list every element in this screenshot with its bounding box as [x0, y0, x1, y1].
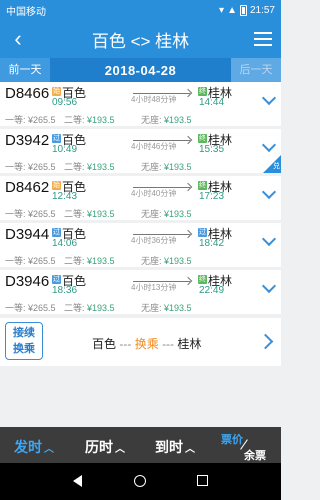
- no-seat-price: 无座: ¥193.5: [141, 115, 192, 125]
- no-seat-price: 无座: ¥193.5: [141, 209, 192, 219]
- caret-up-icon: ︿: [115, 444, 125, 455]
- back-chevron-icon[interactable]: ‹: [0, 20, 36, 58]
- departure-time: 14:06: [52, 238, 78, 249]
- expand-chevron-icon[interactable]: [261, 137, 277, 153]
- previous-day-button[interactable]: 前一天: [0, 58, 50, 82]
- no-seat-price: 无座: ¥193.5: [141, 303, 192, 313]
- train-number: D8466: [5, 85, 50, 102]
- trip-duration: 4小时40分钟: [131, 189, 177, 198]
- origin-badge: 过: [52, 228, 61, 237]
- second-class-price: 二等: ¥193.5: [64, 162, 115, 172]
- terminal-badge: 终: [198, 87, 207, 96]
- origin-badge: 过: [52, 275, 61, 284]
- battery-icon: [239, 4, 247, 16]
- exchange-corner-label: 兑: [273, 163, 280, 170]
- sort-duration-tab[interactable]: 历时 ︿: [85, 437, 125, 457]
- transfer-row[interactable]: 接续 换乘 百色 --- 换乘 --- 桂林: [0, 318, 281, 366]
- trip-duration: 4小时36分钟: [131, 236, 177, 245]
- first-class-price: 一等: ¥265.5: [5, 256, 56, 266]
- train-row[interactable]: D3942 过 百色 10:49 4小时46分钟 终 桂林 15:35 一等: …: [0, 129, 281, 173]
- terminal-badge: 终: [198, 181, 207, 190]
- train-number: D3942: [5, 132, 50, 149]
- signal-icon: ▲: [227, 4, 237, 16]
- no-seat-price: 无座: ¥193.5: [141, 256, 192, 266]
- expand-chevron-icon[interactable]: [261, 278, 277, 294]
- train-row[interactable]: D8462 始 百色 12:43 4小时40分钟 终 桂林 17:23 一等: …: [0, 176, 281, 220]
- sort-arrive-time-tab[interactable]: 到时 ︿: [155, 437, 195, 457]
- arrival-time: 14:44: [199, 97, 225, 108]
- arrival-time: 17:23: [199, 191, 225, 202]
- trip-duration: 4小时46分钟: [131, 142, 177, 151]
- terminal-badge: 过: [198, 228, 207, 237]
- train-row[interactable]: D8466 始 百色 09:56 4小时48分钟 终 桂林 14:44 一等: …: [0, 82, 281, 126]
- train-row[interactable]: D3946 过 百色 18:36 4小时13分钟 终 桂林 22:49 一等: …: [0, 270, 281, 314]
- first-class-price: 一等: ¥265.5: [5, 162, 56, 172]
- departure-time: 12:43: [52, 191, 78, 202]
- arrival-time: 22:49: [199, 285, 225, 296]
- system-nav-bar: [0, 463, 281, 500]
- arrival-time: 18:42: [199, 238, 225, 249]
- second-class-price: 二等: ¥193.5: [64, 115, 115, 125]
- app-header: ‹ 百色 <> 桂林: [0, 20, 281, 58]
- first-class-price: 一等: ¥265.5: [5, 303, 56, 313]
- travel-date[interactable]: 2018-04-28: [50, 63, 231, 78]
- departure-time: 10:49: [52, 144, 78, 155]
- train-number: D8462: [5, 179, 50, 196]
- train-row[interactable]: D3944 过 百色 14:06 4小时36分钟 过 桂林 18:42 一等: …: [0, 223, 281, 267]
- next-day-button[interactable]: 后一天: [231, 58, 281, 82]
- wifi-icon: ▾: [219, 4, 225, 16]
- arrival-time: 15:35: [199, 144, 225, 155]
- date-bar: 前一天 2018-04-28 后一天: [0, 58, 281, 82]
- clock: 21:57: [249, 4, 275, 16]
- sort-bar: 发时 ︿ 历时 ︿ 到时 ︿ 票价 余票: [0, 427, 281, 463]
- expand-chevron-icon[interactable]: [261, 231, 277, 247]
- terminal-badge: 终: [198, 134, 207, 143]
- sort-price-tab[interactable]: 票价: [221, 431, 243, 447]
- origin-badge: 始: [52, 181, 61, 190]
- chevron-right-icon[interactable]: [257, 333, 274, 350]
- second-class-price: 二等: ¥193.5: [64, 209, 115, 219]
- nav-recents-icon[interactable]: [197, 475, 208, 486]
- terminal-badge: 终: [198, 275, 207, 284]
- departure-time: 09:56: [52, 97, 78, 108]
- page-title: 百色 <> 桂林: [91, 31, 190, 51]
- caret-up-icon: ︿: [44, 444, 54, 455]
- trip-duration: 4小时48分钟: [131, 95, 177, 104]
- carrier-name: 中国移动: [6, 6, 46, 18]
- second-class-price: 二等: ¥193.5: [64, 303, 115, 313]
- expand-chevron-icon[interactable]: [261, 184, 277, 200]
- transfer-route: 百色 --- 换乘 --- 桂林: [92, 337, 202, 351]
- no-seat-price: 无座: ¥193.5: [141, 162, 192, 172]
- origin-badge: 过: [52, 134, 61, 143]
- caret-up-icon: ︿: [185, 444, 195, 455]
- expand-chevron-icon[interactable]: [261, 90, 277, 106]
- second-class-price: 二等: ¥193.5: [64, 256, 115, 266]
- menu-icon[interactable]: [245, 32, 281, 46]
- sort-remaining-tab[interactable]: 余票: [244, 447, 266, 463]
- first-class-price: 一等: ¥265.5: [5, 115, 56, 125]
- departure-time: 18:36: [52, 285, 78, 296]
- sort-depart-time-tab[interactable]: 发时 ︿: [14, 437, 54, 457]
- first-class-price: 一等: ¥265.5: [5, 209, 56, 219]
- train-number: D3944: [5, 226, 50, 243]
- transfer-button[interactable]: 接续 换乘: [5, 322, 43, 360]
- train-number: D3946: [5, 273, 50, 290]
- nav-back-icon[interactable]: [73, 475, 82, 487]
- trip-duration: 4小时13分钟: [131, 283, 177, 292]
- nav-home-icon[interactable]: [134, 475, 146, 487]
- origin-badge: 始: [52, 87, 61, 96]
- status-bar: 中国移动 ▾ ▲ 21:57: [0, 0, 281, 20]
